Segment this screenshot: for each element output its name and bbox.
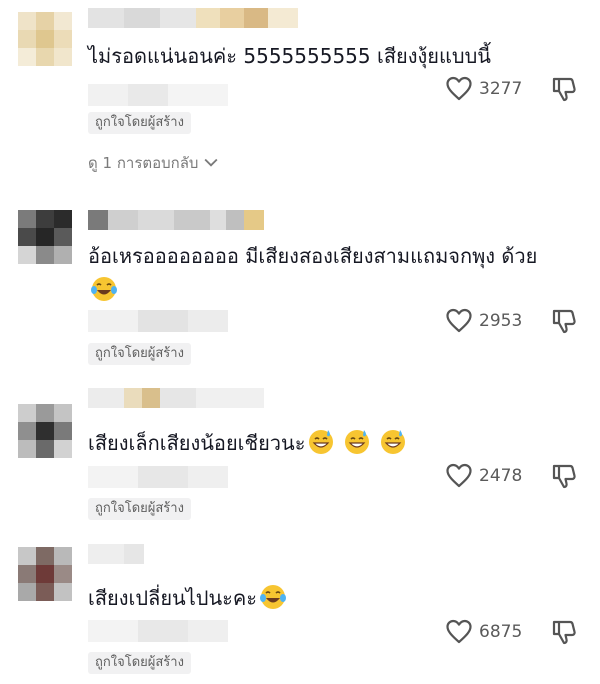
avatar[interactable] <box>18 12 72 66</box>
comment-date <box>88 466 228 488</box>
liked-by-creator-badge: ถูกใจโดยผู้สร้าง <box>88 498 191 520</box>
username[interactable] <box>88 8 298 28</box>
username[interactable] <box>88 210 264 230</box>
like-button[interactable]: 6875 <box>445 618 535 646</box>
view-replies-button[interactable]: ดู 1 การตอบกลับ <box>88 151 218 175</box>
grinning-face-with-sweat-emoji <box>307 428 335 456</box>
liked-by-creator-badge: ถูกใจโดยผู้สร้าง <box>88 343 191 365</box>
like-count: 3277 <box>479 79 523 99</box>
like-count: 2953 <box>479 311 523 331</box>
thumbs-down-icon[interactable] <box>550 307 578 335</box>
view-replies-label: ดู 1 การตอบกลับ <box>88 154 199 172</box>
thumbs-down-icon[interactable] <box>550 75 578 103</box>
chevron-down-icon <box>204 158 218 168</box>
heart-icon <box>445 75 473 103</box>
avatar[interactable] <box>18 547 72 601</box>
face-with-tears-of-joy-emoji <box>259 583 287 611</box>
like-button[interactable]: 3277 <box>445 75 535 103</box>
heart-icon <box>445 307 473 335</box>
avatar[interactable] <box>18 210 72 264</box>
comment-text: เสียงเล็กเสียงน้อยเชียวนะ <box>88 426 558 460</box>
like-count: 2478 <box>479 466 523 486</box>
thumbs-down-icon[interactable] <box>550 618 578 646</box>
comment-date <box>88 310 228 332</box>
comment-text: ไม่รอดแน่นอนค่ะ 5555555555 เสียงงุ้ยแบบน… <box>88 44 491 68</box>
like-count: 6875 <box>479 622 523 642</box>
comment-text: เสียงเปลี่ยนไปนะคะ <box>88 581 558 615</box>
grinning-face-with-sweat-emoji <box>343 428 371 456</box>
username[interactable] <box>88 544 144 564</box>
comment-text: อ้อเหรออออออออ มีเสียงสองเสียงสามแถมจกพุ… <box>88 239 558 307</box>
face-with-tears-of-joy-emoji <box>90 275 118 303</box>
heart-icon <box>445 618 473 646</box>
like-button[interactable]: 2953 <box>445 307 535 335</box>
thumbs-down-icon[interactable] <box>550 462 578 490</box>
liked-by-creator-badge: ถูกใจโดยผู้สร้าง <box>88 112 191 134</box>
username[interactable] <box>88 388 264 408</box>
liked-by-creator-badge: ถูกใจโดยผู้สร้าง <box>88 652 191 674</box>
comment-date <box>88 620 228 642</box>
comment-date <box>88 84 228 106</box>
avatar[interactable] <box>18 404 72 458</box>
grinning-face-with-sweat-emoji <box>379 428 407 456</box>
like-button[interactable]: 2478 <box>445 462 535 490</box>
heart-icon <box>445 462 473 490</box>
